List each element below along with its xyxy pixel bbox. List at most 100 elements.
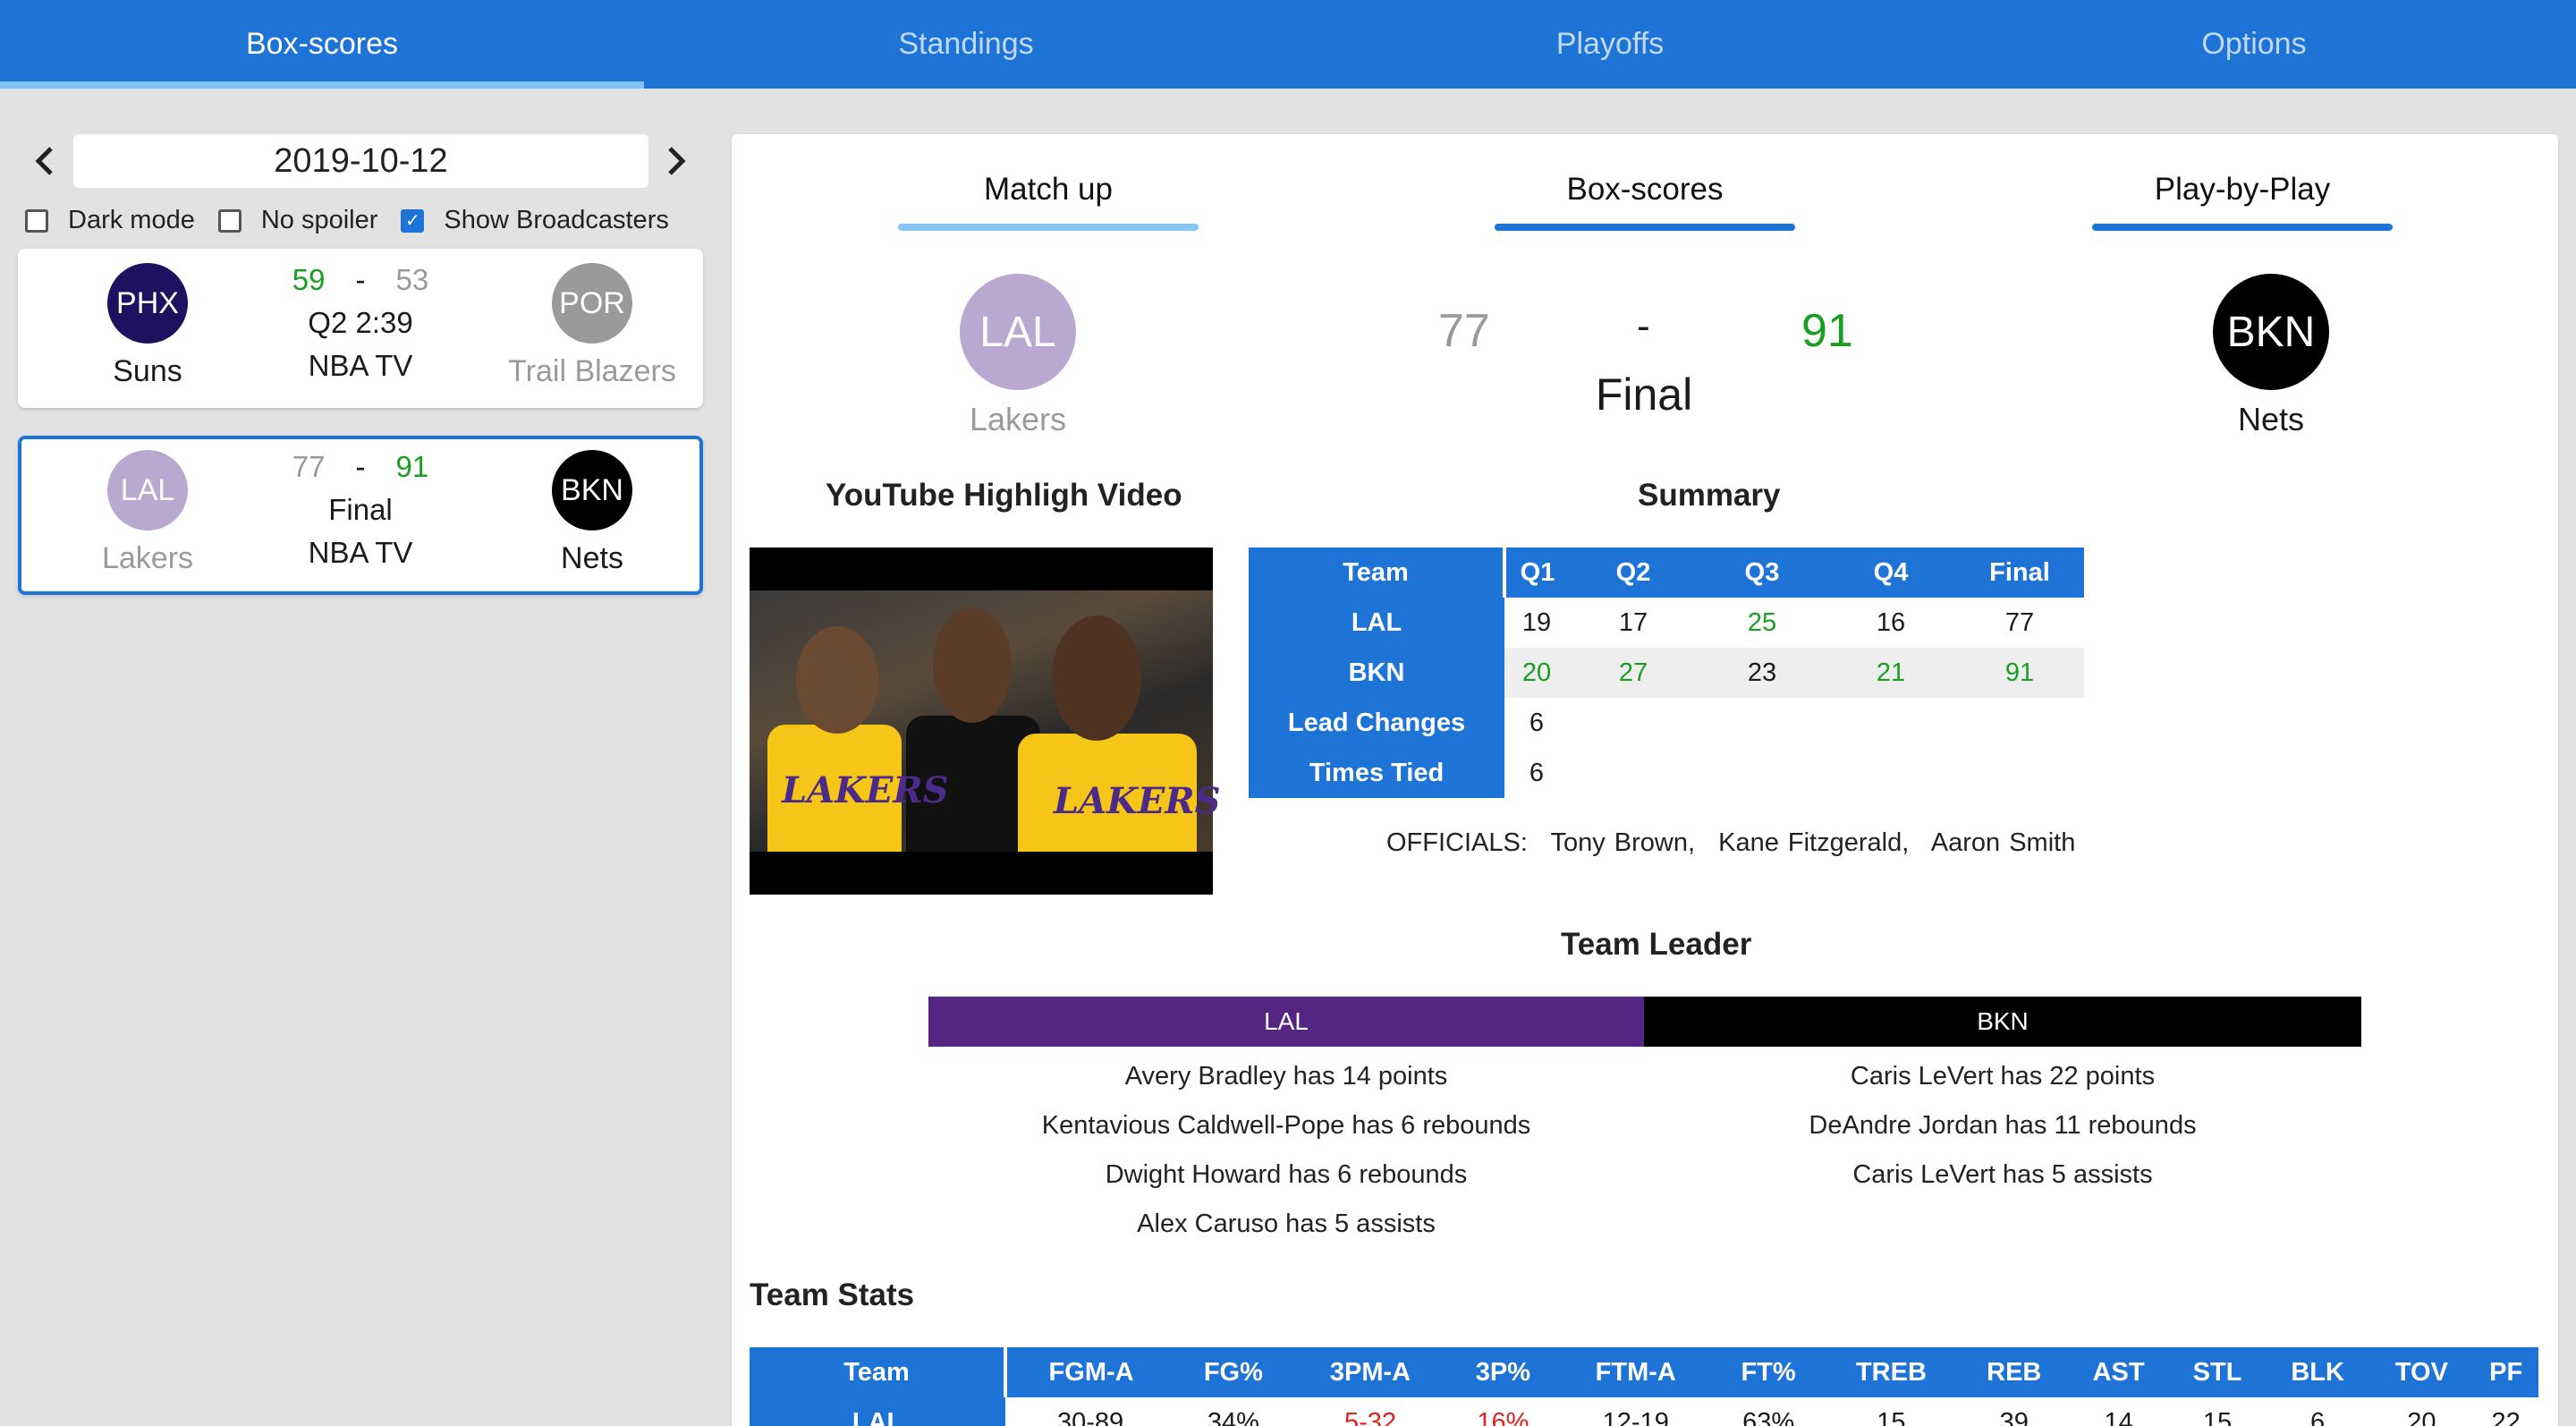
highlight-video[interactable]: LAKERS LAKERS — [750, 547, 1221, 895]
row-label: Lead Changes — [1249, 698, 1504, 748]
score-separator: - — [355, 450, 366, 483]
team-logo: BKN — [552, 450, 632, 531]
cell: 91 — [1955, 648, 2084, 698]
stats-header: TREB — [1822, 1347, 1961, 1397]
stats-header: BLK — [2265, 1347, 2370, 1397]
no-spoiler-option[interactable]: No spoiler — [217, 206, 378, 235]
game-away-team: BKN Nets — [476, 439, 708, 591]
team-leader-title: Team Leader — [1561, 927, 1752, 962]
summary-header: Q4 — [1826, 547, 1955, 598]
cell: 30-89 — [1056, 1407, 1124, 1426]
summary-header: Q1 — [1503, 547, 1569, 598]
away-score: 53 — [395, 263, 429, 296]
team-logo: POR — [552, 263, 632, 344]
score-separator: - — [355, 263, 366, 296]
show-broadcasters-option[interactable]: ✓ Show Broadcasters — [401, 206, 669, 235]
team-name: Lakers — [101, 541, 194, 575]
game-status: Q2 2:39 — [308, 306, 413, 339]
dark-mode-option[interactable]: Dark mode — [25, 206, 195, 235]
team-name: Lakers — [969, 401, 1067, 437]
home-score: 77 — [292, 450, 326, 483]
cell: 19 — [1521, 607, 1552, 637]
tab-box-scores[interactable]: Box-scores — [0, 0, 644, 89]
subtab-indicator — [2092, 224, 2393, 231]
subtab-indicator — [1495, 224, 1795, 231]
stats-header: 3PM-A — [1291, 1347, 1450, 1397]
game-status: Final — [1595, 369, 1693, 420]
stats-header-row: Team FGM-A FG% 3PM-A 3P% FTM-A FT% TREB … — [750, 1347, 2538, 1397]
subtab-play-by-play[interactable]: Play-by-Play — [2092, 172, 2393, 231]
tab-standings[interactable]: Standings — [644, 0, 1288, 89]
summary-header: Team — [1249, 547, 1504, 598]
subtab-label: Play-by-Play — [2154, 172, 2331, 207]
subtab-label: Box-scores — [1566, 172, 1724, 207]
leader-item: Kentavious Caldwell-Pope has 6 rebounds — [1041, 1111, 1531, 1140]
leader-item: Alex Caruso has 5 assists — [1137, 1210, 1436, 1238]
game-card[interactable]: PHX Suns 59 - 53 Q2 2:39 NBA TV POR Trai… — [18, 249, 703, 408]
summary-row: LAL 19 17 25 16 77 — [1249, 598, 2084, 648]
subtab-box-scores[interactable]: Box-scores — [1495, 172, 1795, 231]
subtab-match-up[interactable]: Match up — [898, 172, 1199, 231]
tab-options[interactable]: Options — [1932, 0, 2576, 89]
video-title: YouTube Highligh Video — [826, 478, 1182, 513]
official-name: Tony Brown, — [1550, 828, 1696, 857]
home-score: 59 — [292, 263, 326, 296]
cell: 12-19 — [1602, 1407, 1669, 1426]
cell: 63% — [1742, 1407, 1795, 1426]
score-separator: - — [1637, 304, 1650, 348]
leader-item: Caris LeVert has 22 points — [1850, 1062, 2156, 1091]
team-logo: LAL — [107, 450, 188, 531]
officials-label: OFFICIALS: — [1386, 828, 1528, 857]
cell: 22 — [2491, 1407, 2521, 1426]
stats-header: FG% — [1175, 1347, 1292, 1397]
summary-header: Q3 — [1698, 547, 1826, 598]
stats-header: FGM-A — [1005, 1347, 1176, 1397]
summary-header: Final — [1955, 547, 2084, 598]
home-score: 77 — [1438, 305, 1490, 357]
no-spoiler-label: No spoiler — [260, 206, 378, 234]
cell: 20 — [2407, 1407, 2436, 1426]
row-label: LAL — [750, 1397, 1005, 1426]
game-away-team: POR Trail Blazers — [476, 249, 708, 408]
show-broadcasters-checkbox[interactable]: ✓ — [401, 208, 425, 233]
subtab-indicator — [898, 224, 1199, 231]
summary-row: Lead Changes 6 — [1249, 698, 2084, 748]
game-home-team: LAL Lakers — [31, 439, 264, 591]
row-label: LAL — [1249, 598, 1504, 648]
tab-playoffs[interactable]: Playoffs — [1288, 0, 1932, 89]
officials: OFFICIALS: Tony Brown, Kane Fitzgerald, … — [1386, 828, 2089, 858]
stats-header: FTM-A — [1556, 1347, 1716, 1397]
no-spoiler-checkbox[interactable] — [217, 208, 242, 233]
game-status: Final — [328, 493, 393, 526]
chevron-left-icon[interactable] — [25, 141, 64, 181]
cell: 17 — [1618, 607, 1648, 637]
cell: 16% — [1477, 1407, 1530, 1426]
cell: 27 — [1569, 648, 1698, 698]
leader-item: Avery Bradley has 14 points — [1124, 1062, 1448, 1091]
team-logo: PHX — [107, 263, 188, 344]
summary-title: Summary — [1638, 478, 1781, 513]
stats-header: AST — [2067, 1347, 2170, 1397]
cell: 21 — [1826, 648, 1955, 698]
team-name: Suns — [113, 354, 182, 388]
top-nav: Box-scores Standings Playoffs Options — [0, 0, 2576, 89]
chevron-right-icon[interactable] — [657, 141, 696, 181]
home-leaders-list: Avery Bradley has 14 points Kentavious C… — [928, 1052, 1644, 1249]
row-label: Times Tied — [1249, 748, 1504, 798]
away-score: 91 — [1801, 305, 1853, 357]
dark-mode-checkbox[interactable] — [25, 208, 48, 233]
game-center: 77 - 91 Final NBA TV — [244, 439, 477, 591]
team-name: Trail Blazers — [508, 354, 676, 388]
cell: 6 — [2310, 1407, 2326, 1426]
date-input[interactable] — [73, 134, 648, 188]
cell: 77 — [2004, 607, 2035, 637]
summary-row: Times Tied 6 — [1249, 748, 2084, 798]
cell: 34% — [1207, 1407, 1259, 1426]
broadcaster: NBA TV — [308, 349, 413, 382]
game-card-selected[interactable]: LAL Lakers 77 - 91 Final NBA TV BKN Nets — [18, 436, 703, 595]
stats-header: PF — [2473, 1347, 2538, 1397]
team-name: Nets — [561, 541, 623, 575]
away-score: 91 — [395, 450, 429, 483]
stats-header: REB — [1960, 1347, 2068, 1397]
stats-header: Team — [750, 1347, 1007, 1397]
